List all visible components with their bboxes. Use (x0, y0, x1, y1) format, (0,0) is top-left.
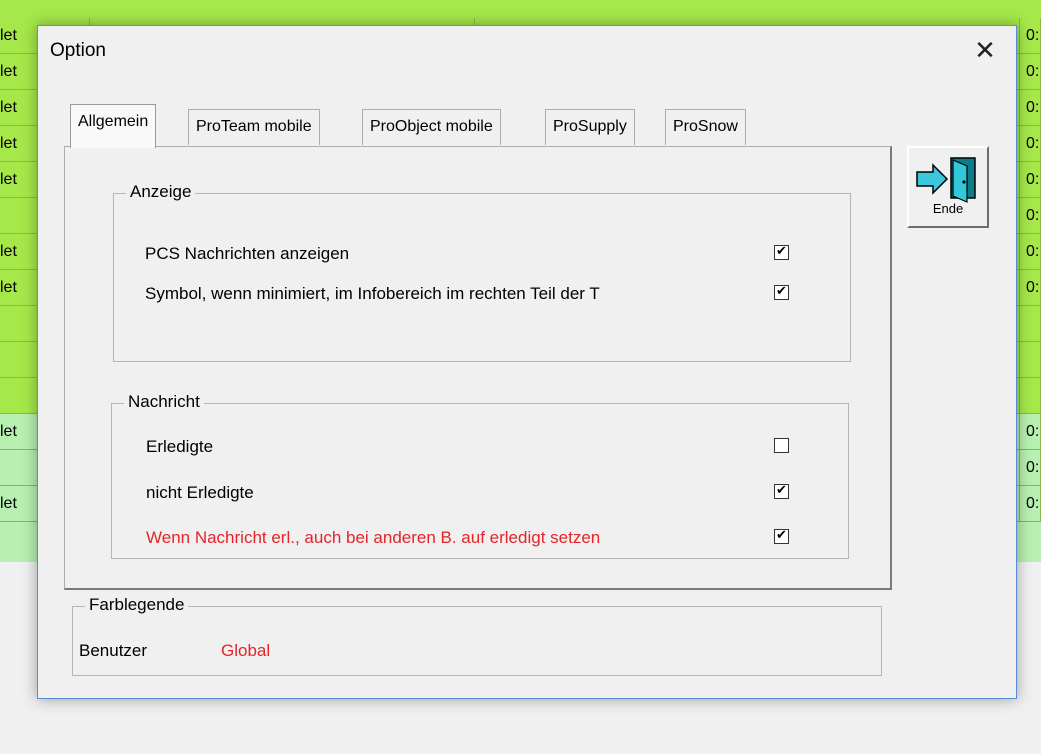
bg-cell: 0: (1020, 18, 1041, 54)
bg-cell-text: let (0, 278, 17, 296)
bg-cell-text: let (0, 62, 17, 80)
bg-cell: 0: (1020, 54, 1041, 90)
bg-cell-text: 0: (1026, 242, 1040, 260)
tray-symbol-label: Symbol, wenn minimiert, im Infobereich i… (145, 284, 600, 303)
bg-cell-text: 0: (1026, 458, 1040, 476)
bg-cell-text: let (0, 98, 17, 116)
bg-cell-text: let (0, 494, 17, 512)
bg-cell-text: let (0, 242, 17, 260)
bg-cell-text: 0: (1026, 98, 1040, 116)
pcs-messages-label: PCS Nachrichten anzeigen (145, 244, 350, 263)
tab-prosupply[interactable]: ProSupply (545, 109, 635, 145)
bg-cell (1020, 378, 1041, 414)
bg-cell: 0: (1020, 486, 1041, 522)
exit-button[interactable]: Ende (907, 146, 989, 228)
bg-cell (1020, 306, 1041, 342)
global-label: Global (221, 641, 271, 660)
bg-cell-text: 0: (1026, 26, 1040, 44)
bg-cell: 0: (1020, 414, 1041, 450)
bg-cell: 0: (1020, 198, 1041, 234)
mark-done-elsewhere-checkbox[interactable] (774, 526, 789, 546)
anzeige-legend: Anzeige (126, 182, 196, 202)
bg-cell-text: 0: (1026, 278, 1040, 296)
nicht-erledigte-checkbox[interactable] (774, 481, 789, 501)
bg-cell: 0: (1020, 126, 1041, 162)
bg-cell-text: 0: (1026, 62, 1040, 80)
nachricht-legend: Nachricht (124, 392, 204, 412)
erledigte-label: Erledigte (146, 437, 214, 456)
mark-done-elsewhere-label: Wenn Nachricht erl., auch bei anderen B.… (146, 528, 601, 547)
tab-prosnow[interactable]: ProSnow (665, 109, 746, 145)
bg-cell-text: 0: (1026, 134, 1040, 152)
nachricht-group: Nachricht Erledigte nicht Erledigte Wenn… (111, 392, 849, 559)
erledigte-checkbox[interactable] (774, 438, 789, 453)
bg-cell: 0: (1020, 162, 1041, 198)
bg-cell: 0: (1020, 90, 1041, 126)
bg-cell-text: 0: (1026, 422, 1040, 440)
farblegende-legend: Farblegende (85, 595, 189, 615)
bg-cell-text: let (0, 422, 17, 440)
pcs-messages-checkbox[interactable] (774, 242, 789, 262)
bg-cell-text: let (0, 26, 17, 44)
exit-label: Ende (932, 201, 964, 216)
benutzer-label: Benutzer (79, 641, 148, 660)
bg-cell-text: 0: (1026, 494, 1040, 512)
nicht-erledigte-label: nicht Erledigte (146, 483, 254, 502)
dialog-title: Option (50, 40, 106, 61)
bg-cell: 0: (1020, 234, 1041, 270)
bg-cell-text: let (0, 170, 17, 188)
anzeige-group: Anzeige PCS Nachrichten anzeigen Symbol,… (113, 182, 851, 362)
tab-proteam-mobile[interactable]: ProTeam mobile (188, 109, 320, 145)
bg-cell-text: let (0, 134, 17, 152)
tab-allgemein[interactable]: Allgemein (70, 104, 157, 148)
farblegende-group: Farblegende Benutzer Global (72, 595, 882, 676)
bg-cell-text: 0: (1026, 170, 1040, 188)
option-dialog: Option ✕ Allgemein ProTeam mobile ProObj… (37, 25, 1017, 699)
bg-cell-text: 0: (1026, 206, 1040, 224)
bg-header-band (0, 0, 1041, 18)
bg-cell: 0: (1020, 270, 1041, 306)
tray-symbol-checkbox[interactable] (774, 282, 789, 302)
bg-cell (1020, 342, 1041, 378)
tab-panel-allgemein: Anzeige PCS Nachrichten anzeigen Symbol,… (64, 146, 892, 590)
close-button[interactable]: ✕ (968, 34, 1002, 66)
tab-proobject-mobile[interactable]: ProObject mobile (362, 109, 501, 145)
bg-cell: 0: (1020, 450, 1041, 486)
